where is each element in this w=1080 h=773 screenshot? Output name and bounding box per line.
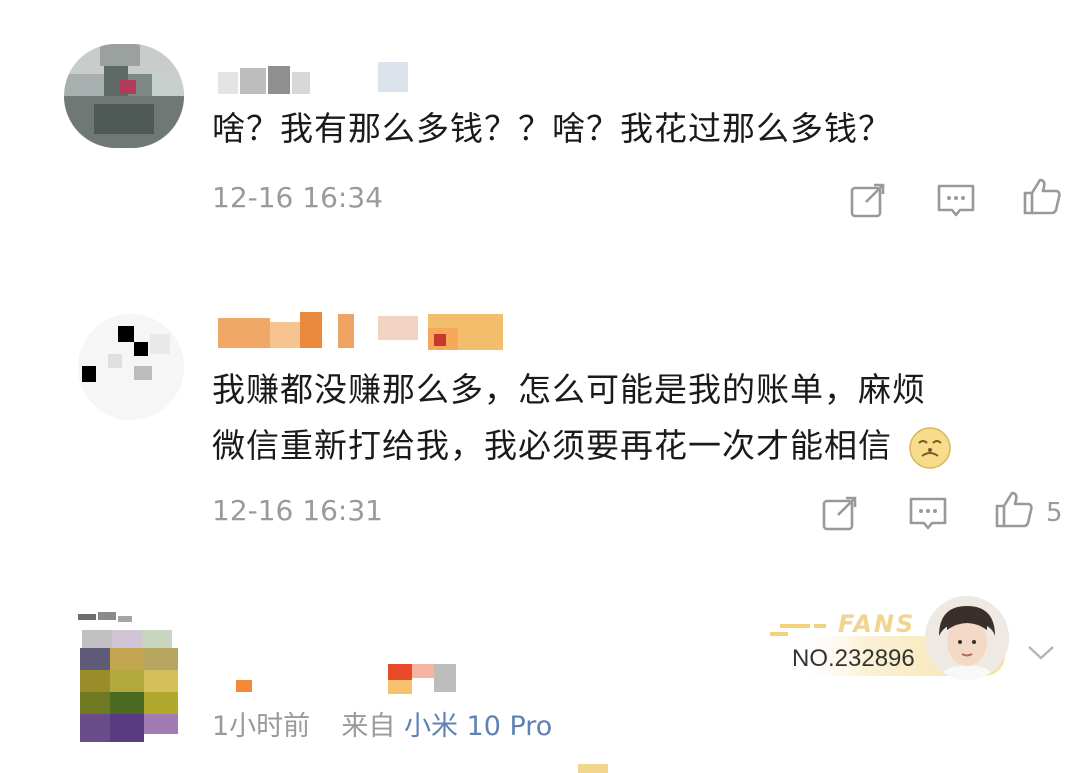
fans-badge-number: NO.232896: [792, 645, 915, 672]
comment-source-device[interactable]: 小米 10 Pro: [404, 711, 552, 742]
chevron-down-icon[interactable]: [1026, 643, 1056, 663]
comment-time-ago: 1小时前: [212, 711, 311, 742]
username-blurred[interactable]: [228, 660, 468, 696]
avatar[interactable]: [74, 608, 184, 748]
fans-badge-avatar: [925, 596, 1009, 680]
fans-badge-label: FANS: [838, 610, 916, 638]
comment-source-prefix: 来自: [341, 711, 396, 742]
comment-item: 1小时前 来自 小米 10 Pro FANS NO.232896: [0, 0, 1080, 773]
comment-meta: 1小时前 来自 小米 10 Pro: [212, 704, 552, 743]
next-comment-fragment: [578, 764, 608, 773]
